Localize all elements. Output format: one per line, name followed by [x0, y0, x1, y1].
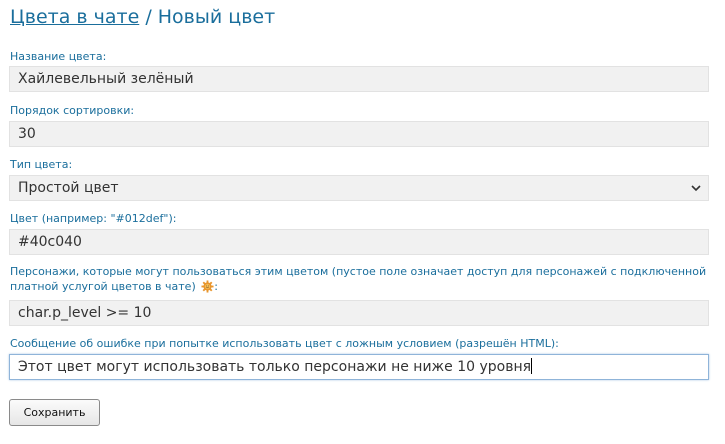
color-type-label: Тип цвета:: [10, 158, 73, 171]
error-message-label: Сообщение об ошибке при попытке использо…: [10, 337, 559, 350]
help-icon[interactable]: [201, 280, 214, 293]
error-message-input[interactable]: Этот цвет могут использовать только перс…: [9, 354, 709, 380]
name-input[interactable]: Хайлевельный зелёный: [9, 66, 709, 92]
name-label: Название цвета:: [10, 50, 107, 63]
sort-order-label: Порядок сортировки:: [10, 104, 135, 117]
characters-label: Персонажи, которые могут пользоваться эт…: [10, 264, 710, 294]
save-button[interactable]: Сохранить: [9, 399, 100, 426]
characters-label-suffix: :: [214, 280, 218, 293]
color-type-selected: Простой цвет: [18, 180, 119, 196]
breadcrumb-separator: /: [145, 6, 152, 28]
characters-condition-input[interactable]: char.p_level >= 10: [9, 300, 709, 326]
breadcrumb-current: Новый цвет: [157, 6, 276, 28]
color-label: Цвет (например: "#012def"):: [10, 212, 177, 225]
chevron-down-icon: [691, 185, 701, 192]
text-caret: [531, 358, 533, 374]
color-type-select[interactable]: Простой цвет: [9, 175, 709, 201]
color-input[interactable]: #40c040: [9, 229, 709, 255]
breadcrumb-parent-link[interactable]: Цвета в чате: [10, 6, 139, 28]
sort-order-input[interactable]: 30: [9, 121, 709, 147]
error-message-value: Этот цвет могут использовать только перс…: [18, 359, 532, 375]
characters-label-text: Персонажи, которые могут пользоваться эт…: [10, 265, 707, 293]
page-title: Цвета в чате / Новый цвет: [10, 6, 275, 28]
